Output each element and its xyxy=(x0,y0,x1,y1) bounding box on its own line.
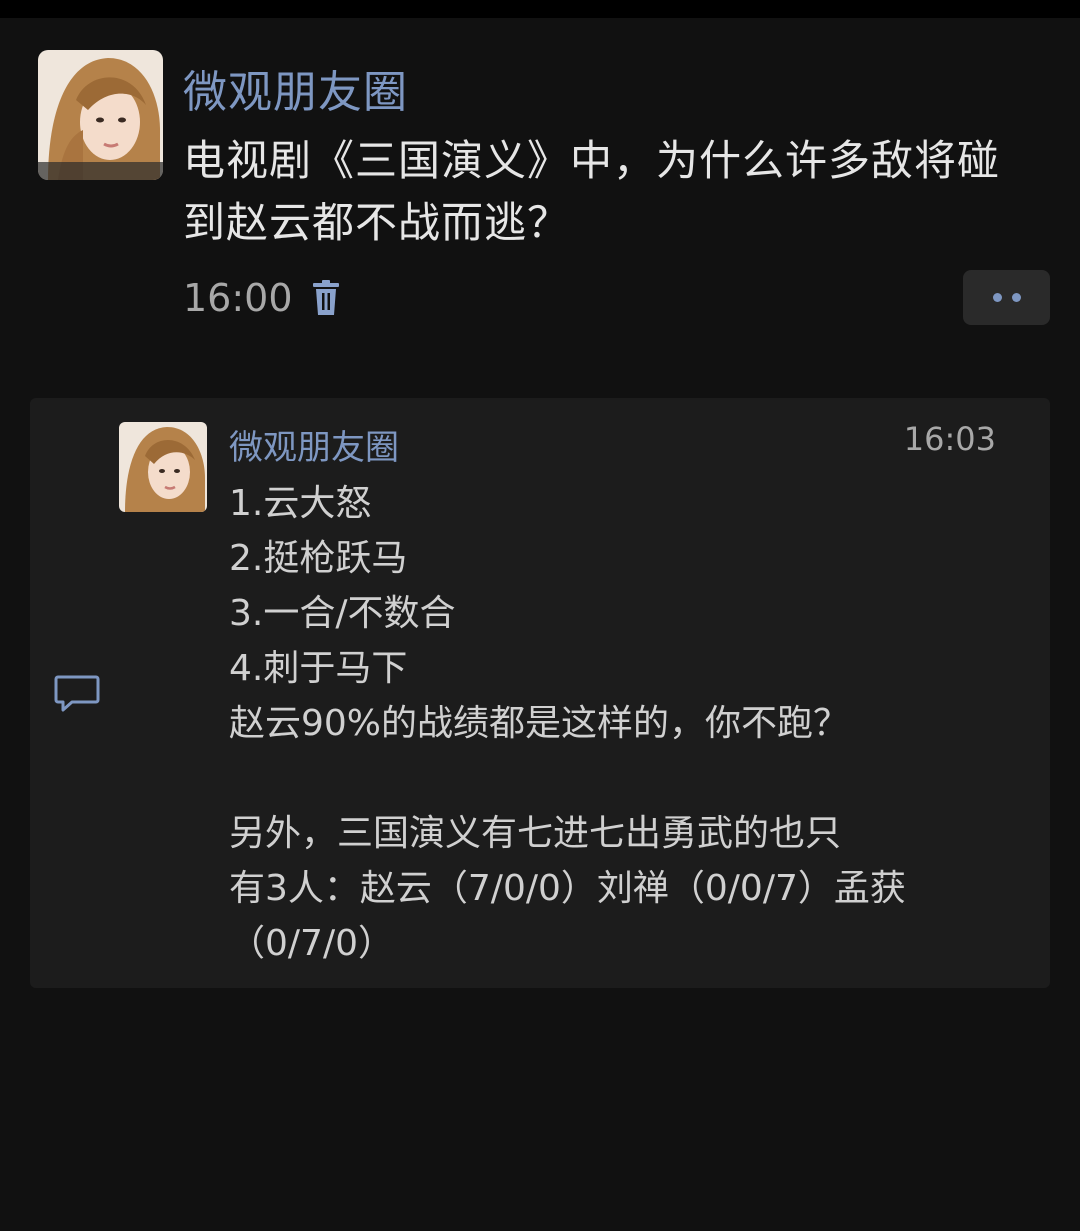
post-avatar[interactable] xyxy=(38,50,163,180)
post-meta: 16:00 xyxy=(183,276,341,320)
comment-avatar[interactable] xyxy=(119,422,207,512)
comment-line: 赵云90%的战绩都是这样的，你不跑？ xyxy=(229,703,850,744)
comment-line: （0/7/0） xyxy=(229,923,394,964)
comment-line: 另外，三国演义有七进七出勇武的也只 xyxy=(229,813,842,854)
comment-line: 有3人：赵云（7/0/0）刘禅（0/0/7）孟获 xyxy=(229,868,906,909)
comment-icon xyxy=(54,675,100,712)
comment-line: 3.一合/不数合 xyxy=(229,593,456,634)
more-icon xyxy=(992,293,1002,302)
more-button[interactable] xyxy=(963,270,1050,325)
post-text: 电视剧《三国演义》中，为什么许多敌将碰 到赵云都不战而逃？ xyxy=(183,130,1058,254)
comment-author-name[interactable]: 微观朋友圈 xyxy=(229,420,399,469)
comment-blank-line xyxy=(229,751,1019,806)
post-time: 16:00 xyxy=(183,276,293,320)
comment-line: 1.云大怒 xyxy=(229,483,372,524)
post-text-line: 电视剧《三国演义》中，为什么许多敌将碰 xyxy=(183,136,1001,185)
post-author-name[interactable]: 微观朋友圈 xyxy=(183,56,408,120)
delete-button[interactable] xyxy=(311,280,341,316)
comment-text: 1.云大怒 2.挺枪跃马 3.一合/不数合 4.刺于马下 赵云90%的战绩都是这… xyxy=(229,476,1019,971)
comment-line: 2.挺枪跃马 xyxy=(229,538,408,579)
more-icon-dot xyxy=(1011,293,1021,302)
post-text-line: 到赵云都不战而逃？ xyxy=(183,198,571,247)
trash-icon xyxy=(312,280,339,315)
comment-line: 4.刺于马下 xyxy=(229,648,408,689)
comment-time: 16:03 xyxy=(903,420,996,458)
comments-panel: 微观朋友圈 16:03 1.云大怒 2.挺枪跃马 3.一合/不数合 4.刺于马下… xyxy=(30,398,1050,988)
status-bar xyxy=(0,0,1080,18)
